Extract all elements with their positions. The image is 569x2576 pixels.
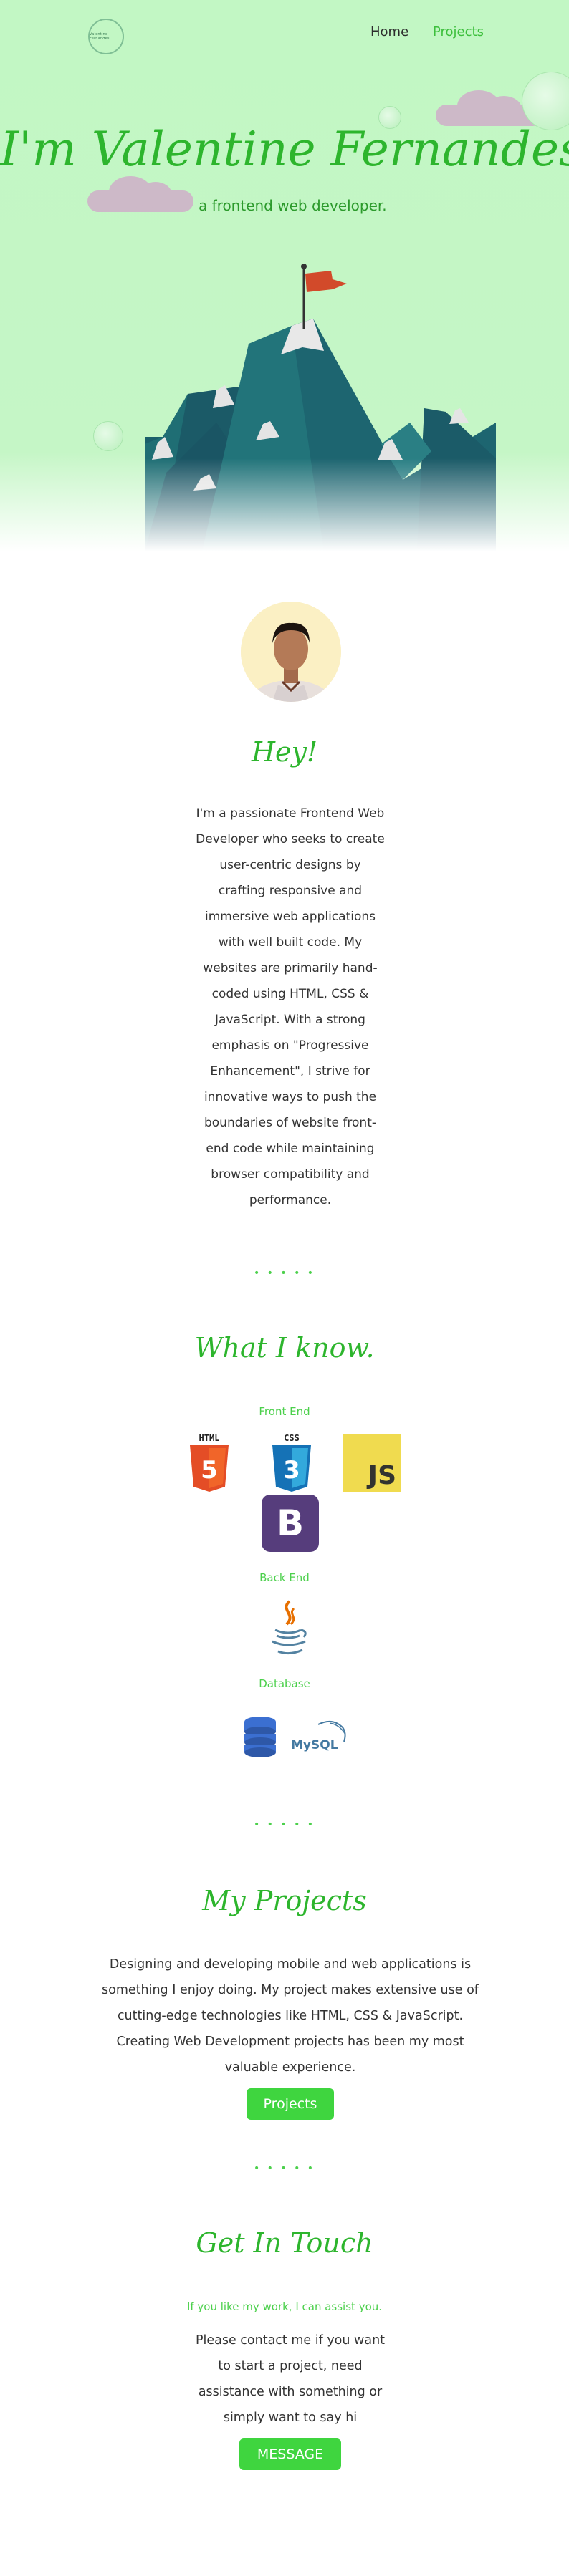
java-icon <box>272 1600 307 1655</box>
about-heading-wrap: Hey! <box>0 736 569 768</box>
mountain-illustration <box>145 264 496 551</box>
contact-line: to start a project, need <box>218 2359 363 2373</box>
profile-avatar <box>241 602 341 702</box>
skills-heading-wrap: What I know. <box>0 1332 569 1364</box>
contact-description: Please contact me if you want to start a… <box>177 2327 403 2431</box>
cloud-left <box>87 176 195 212</box>
mysql-icon: MySQL <box>291 1720 346 1752</box>
css3-icon: CSS 3 <box>272 1433 311 1492</box>
contact-line: assistance with something or <box>198 2385 383 2399</box>
bio-line: immersive web applications <box>205 910 376 924</box>
hero-title: I'm Valentine Fernandes <box>0 122 569 177</box>
projects-line: Designing and developing mobile and web … <box>109 1957 472 1972</box>
bio-line: browser compatibility and <box>211 1167 370 1182</box>
bubble-left <box>93 421 123 451</box>
projects-description: Designing and developing mobile and web … <box>84 1952 497 2080</box>
section-divider: • • • • • <box>253 1268 316 1279</box>
bio-line: JavaScript. With a strong <box>215 1013 365 1027</box>
bio-line: crafting responsive and <box>218 884 363 898</box>
projects-line: something I enjoy doing. My project make… <box>102 1983 479 1997</box>
section-divider: • • • • • <box>253 2163 316 2174</box>
contact-heading: Get In Touch <box>196 2227 373 2259</box>
bio-line: end code while maintaining <box>206 1142 375 1156</box>
contact-heading-wrap: Get In Touch <box>0 2227 569 2259</box>
backend-label: Back End <box>259 1571 310 1584</box>
contact-tagline: If you like my work, I can assist you. <box>186 2300 383 2313</box>
bio-line: with well built code. My <box>218 935 363 950</box>
site-logo[interactable]: Valentine Fernandes <box>88 19 124 54</box>
svg-text:5: 5 <box>201 1456 218 1485</box>
bio-line: innovative ways to push the <box>204 1090 377 1104</box>
bio-line: user-centric designs by <box>219 858 361 872</box>
projects-line: cutting-edge technologies like HTML, CSS… <box>117 2009 464 2023</box>
contact-line: Please contact me if you want <box>195 2333 386 2348</box>
bio-line: performance. <box>249 1193 332 1207</box>
database-icon <box>244 1717 276 1757</box>
bio-line: coded using HTML, CSS & <box>211 987 369 1001</box>
bio-line: Enhancement", I strive for <box>210 1064 370 1079</box>
bio-line: websites are primarily hand- <box>203 961 378 975</box>
about-bio: I'm a passionate Frontend Web Developer … <box>183 801 398 1213</box>
frontend-label: Front End <box>259 1405 310 1418</box>
projects-button[interactable]: Projects <box>247 2088 334 2120</box>
html5-icon: HTML 5 <box>190 1433 229 1492</box>
logo-text: Valentine Fernandes <box>90 32 110 41</box>
js-text: JS <box>368 1461 396 1490</box>
skills-heading: What I know. <box>194 1332 375 1364</box>
projects-heading: My Projects <box>202 1885 367 1916</box>
javascript-icon: JS <box>343 1434 401 1492</box>
bootstrap-letter: B <box>276 1502 305 1544</box>
projects-line: valuable experience. <box>224 2060 356 2075</box>
bio-line: Developer who seeks to create <box>196 832 385 846</box>
nav-home-link[interactable]: Home <box>370 24 408 39</box>
svg-text:3: 3 <box>283 1456 300 1485</box>
message-button[interactable]: MESSAGE <box>239 2438 341 2470</box>
hero-section: Valentine Fernandes Home Projects I'm Va… <box>0 0 569 551</box>
about-heading: Hey! <box>251 736 318 768</box>
nav-projects-link[interactable]: Projects <box>433 24 484 39</box>
hero-subtitle: a frontend web developer. <box>199 197 387 214</box>
contact-line: simply want to say hi <box>223 2411 358 2425</box>
bio-line: boundaries of website front- <box>204 1116 376 1130</box>
bio-line: I'm a passionate Frontend Web <box>196 806 385 821</box>
bio-line: emphasis on "Progressive <box>211 1038 369 1053</box>
mysql-word: MySQL <box>291 1738 338 1752</box>
html5-word: HTML <box>199 1433 220 1443</box>
database-label: Database <box>259 1677 310 1690</box>
projects-heading-wrap: My Projects <box>0 1885 569 1916</box>
section-divider: • • • • • <box>253 1819 316 1830</box>
bootstrap-icon: B <box>262 1495 319 1552</box>
css3-word: CSS <box>284 1433 300 1443</box>
projects-line: Creating Web Development projects has be… <box>116 2035 464 2049</box>
